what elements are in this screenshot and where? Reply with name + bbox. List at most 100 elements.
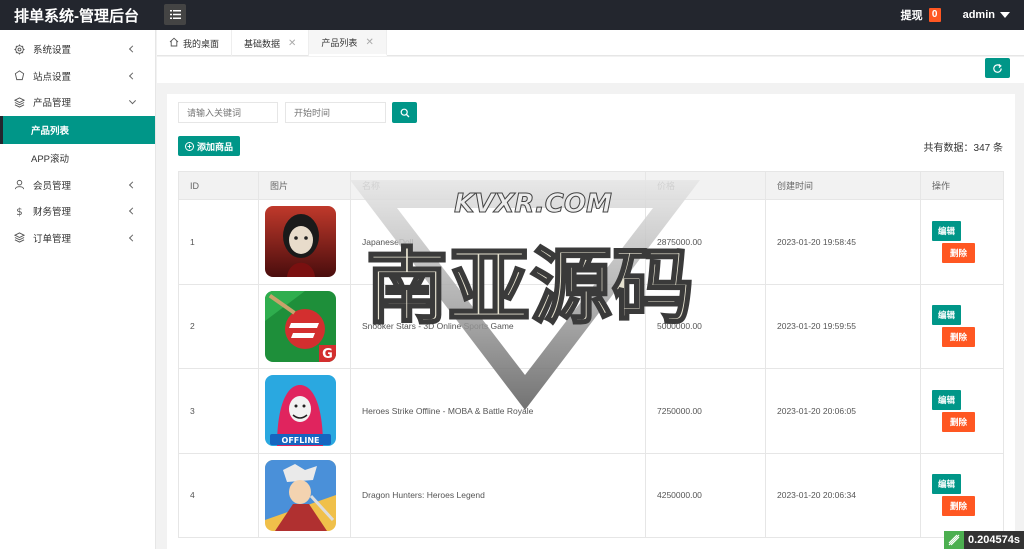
sidebar-item-site-settings[interactable]: 站点设置 (0, 63, 155, 90)
cell-price: 2875000.00 (645, 199, 766, 285)
table-row: 2 G Snooker Stars - 3D Online Sports Gam… (178, 283, 1004, 369)
cell-created: 2023-01-20 19:58:45 (765, 199, 921, 285)
delete-button[interactable]: 删除 (942, 496, 976, 517)
menu-toggle-button[interactable] (164, 4, 186, 25)
table-header-row: ID 图片 名称 价格 创建时间 操作 (178, 171, 1004, 200)
site-icon (13, 70, 25, 82)
tab-basic-data[interactable]: 基础数据 ✕ (232, 30, 310, 56)
cell-created: 2023-01-20 19:59:55 (765, 283, 921, 369)
finance-icon: $ (13, 205, 25, 217)
product-table: ID 图片 名称 价格 创建时间 操作 1 JapaneseDoll 28750… (178, 171, 1004, 538)
sidebar-item-label: 系统设置 (33, 45, 72, 57)
user-icon (13, 179, 25, 191)
cell-name: Snooker Stars - 3D Online Sports Game (350, 283, 646, 369)
cell-price: 4250000.00 (645, 452, 766, 538)
cell-id: 1 (178, 199, 259, 285)
edit-button[interactable]: 编辑 (932, 305, 962, 326)
sidebar-subitem-product-list[interactable]: 产品列表 (0, 115, 155, 144)
tab-my-desktop[interactable]: 我的桌面 (157, 30, 233, 56)
refresh-icon (993, 63, 1002, 73)
sidebar-item-product-management[interactable]: 产品管理 (0, 89, 155, 116)
column-header-image: 图片 (258, 171, 351, 200)
close-icon[interactable]: ✕ (288, 38, 296, 49)
content-card: + 添加商品 共有数据：347 条 ID 图片 名称 价格 创建时间 操作 1 (167, 94, 1015, 549)
chevron-down-icon (128, 97, 137, 105)
edit-button[interactable]: 编辑 (932, 474, 962, 495)
product-thumbnail: OFFLINE (265, 375, 336, 447)
sidebar-item-member-management[interactable]: 会员管理 (0, 172, 155, 199)
sidebar-item-label: 站点设置 (33, 71, 72, 83)
withdraw-link[interactable]: 提现 0 (901, 7, 941, 23)
cell-name: JapaneseDoll (350, 199, 646, 285)
chevron-left-icon (128, 207, 137, 215)
sidebar-item-system-settings[interactable]: 系统设置 (0, 36, 155, 63)
gear-icon (13, 43, 25, 55)
user-menu[interactable]: admin (963, 9, 1010, 21)
sidebar-subitem-label: APP滚动 (31, 153, 70, 165)
close-icon[interactable]: ✕ (365, 37, 373, 48)
tab-label: 产品列表 (321, 37, 358, 48)
add-product-button[interactable]: + 添加商品 (178, 136, 241, 156)
add-product-label: 添加商品 (197, 141, 234, 152)
refresh-button[interactable] (985, 58, 1010, 78)
tab-label: 我的桌面 (183, 38, 220, 49)
delete-button[interactable]: 删除 (942, 327, 976, 348)
chevron-left-icon (128, 45, 137, 53)
home-icon (169, 37, 179, 49)
tab-label: 基础数据 (244, 38, 281, 49)
list-icon (169, 10, 181, 19)
cell-name: Dragon Hunters: Heroes Legend (350, 452, 646, 538)
table-row: 1 JapaneseDoll 2875000.00 2023-01-20 19:… (178, 199, 1004, 285)
sidebar-item-label: 财务管理 (33, 207, 72, 219)
order-icon (13, 232, 25, 244)
tab-product-list[interactable]: 产品列表 ✕ (309, 30, 387, 56)
edit-button[interactable]: 编辑 (932, 220, 962, 241)
product-thumbnail (265, 206, 336, 278)
product-thumbnail: G (265, 290, 336, 362)
plus-circle-icon: + (185, 141, 194, 151)
column-header-name: 名称 (350, 171, 646, 200)
sidebar-item-finance-management[interactable]: $ 财务管理 (0, 198, 155, 225)
app-title: 排单系统-管理后台 (14, 7, 139, 25)
cell-price: 7250000.00 (645, 368, 766, 454)
edit-button[interactable]: 编辑 (932, 389, 962, 410)
sidebar-item-order-management[interactable]: 订单管理 (0, 225, 155, 252)
sidebar-subitem-label: 产品列表 (31, 125, 70, 137)
leaf-icon (944, 531, 964, 549)
delete-button[interactable]: 删除 (942, 242, 976, 263)
top-header: 排单系统-管理后台 提现 0 admin (0, 0, 1024, 30)
total-count: 共有数据：347 条 (923, 143, 1003, 154)
table-row: 4 Dragon Hunters: Heroes Legend 4250000.… (178, 452, 1004, 538)
load-timer: 0.204574s (944, 531, 1024, 549)
cell-id: 2 (178, 283, 259, 369)
delete-button[interactable]: 删除 (942, 411, 976, 432)
cell-price: 5000000.00 (645, 283, 766, 369)
chevron-left-icon (128, 72, 137, 80)
search-icon (400, 108, 409, 117)
sidebar-item-label: 产品管理 (33, 98, 72, 110)
start-date-input[interactable] (285, 102, 386, 123)
chevron-left-icon (128, 234, 137, 242)
search-button[interactable] (392, 102, 417, 123)
column-header-price: 价格 (645, 171, 766, 200)
cell-name: Heroes Strike Offline - MOBA & Battle Ro… (350, 368, 646, 454)
column-header-created: 创建时间 (765, 171, 921, 200)
keyword-search-input[interactable] (178, 102, 278, 123)
svg-text:OFFLINE: OFFLINE (282, 436, 320, 445)
withdraw-label: 提现 (900, 10, 923, 22)
load-timer-value: 0.204574s (968, 534, 1020, 546)
cell-id: 4 (178, 452, 259, 538)
svg-text:G: G (322, 347, 333, 362)
sidebar-subitem-app-scroll[interactable]: APP滚动 (0, 144, 155, 172)
cell-created: 2023-01-20 20:06:05 (765, 368, 921, 454)
sidebar-item-label: 会员管理 (33, 180, 72, 192)
product-icon (13, 96, 25, 108)
svg-text:$: $ (16, 207, 22, 217)
cell-created: 2023-01-20 20:06:34 (765, 452, 921, 538)
table-row: 3 OFFLINE Heroes Strike Offline - MOBA &… (178, 368, 1004, 454)
withdraw-count-badge: 0 (928, 8, 941, 22)
chevron-left-icon (128, 181, 137, 189)
column-header-actions: 操作 (920, 171, 1004, 200)
page-toolbar (157, 57, 1024, 83)
cell-id: 3 (178, 368, 259, 454)
